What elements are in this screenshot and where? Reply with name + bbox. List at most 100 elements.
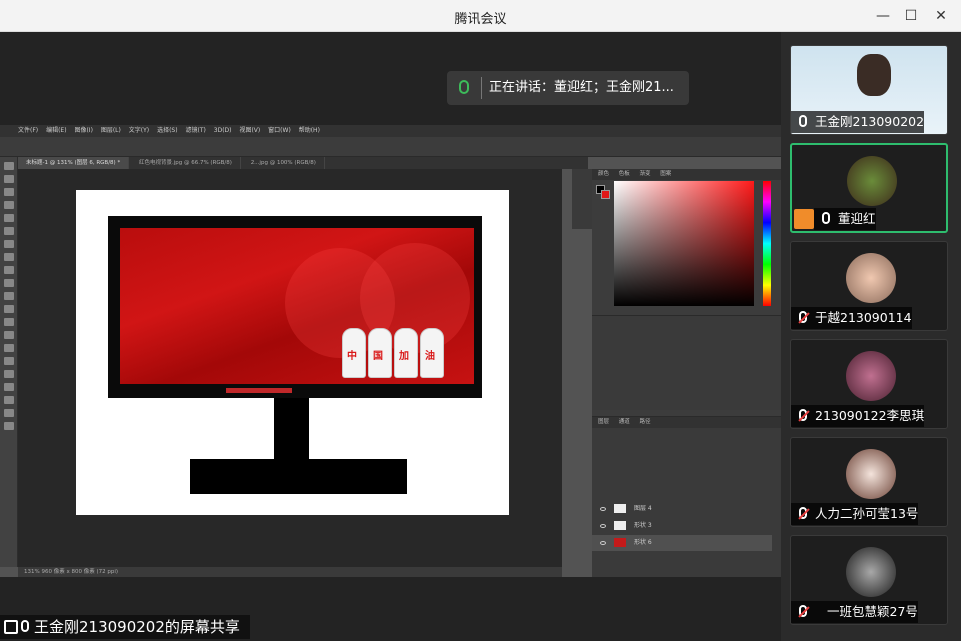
ps-menu-item[interactable]: 图像(I): [74, 127, 92, 134]
layer-thumbnail: [614, 538, 626, 547]
gradient-tool-icon[interactable]: [4, 318, 14, 326]
path-select-icon[interactable]: [4, 383, 14, 391]
close-icon[interactable]: ✕: [930, 6, 952, 26]
layer-row[interactable]: 图层 4: [592, 501, 772, 517]
frame-tool-icon[interactable]: [4, 227, 14, 235]
panel-tab[interactable]: 渐变: [640, 171, 651, 177]
type-tool-icon[interactable]: [4, 370, 14, 378]
ps-menu-item[interactable]: 选择(S): [157, 127, 178, 134]
color-picker-field[interactable]: [614, 181, 754, 306]
avatar: [847, 156, 897, 206]
layers-panel-tabs: 图层 通道 路径: [592, 417, 781, 428]
participant-tile[interactable]: 人力二孙可莹13号: [790, 437, 948, 527]
shared-screen-stage: 正在讲话：董迎红；王金刚21... 文件(F) 编辑(E) 图像(I) 图层(L…: [0, 32, 781, 641]
participant-name-bar: 一班包慧颖27号: [791, 601, 918, 623]
mic-muted-icon: [799, 311, 807, 323]
ps-menu-item[interactable]: 文字(Y): [129, 127, 149, 134]
figure-icon: 加: [394, 328, 418, 378]
ps-doc-tab[interactable]: 红色电视背景.jpg @ 66.7% (RGB/8): [131, 157, 241, 169]
avatar: [846, 547, 896, 597]
participant-name-bar: 董迎红: [814, 208, 876, 230]
participant-tile[interactable]: 于越213090114: [790, 241, 948, 331]
ps-menu-item[interactable]: 文件(F): [18, 127, 38, 134]
slogan-char: 国: [373, 351, 383, 362]
ps-menu-item[interactable]: 编辑(E): [46, 127, 66, 134]
ps-doc-tab[interactable]: 未标题-1 @ 131% (图层 6, RGB/8) *: [18, 157, 130, 169]
layer-name: 形状 6: [634, 539, 652, 546]
pen-tool-icon[interactable]: [4, 357, 14, 365]
panel-tab[interactable]: 色板: [619, 171, 630, 177]
ps-menu-item[interactable]: 图层(L): [101, 127, 121, 134]
participant-name-bar: 王金刚213090202: [791, 111, 925, 133]
avatar: [846, 253, 896, 303]
mic-muted-icon: [799, 507, 807, 519]
ps-menu-bar: 文件(F) 编辑(E) 图像(I) 图层(L) 文字(Y) 选择(S) 滤镜(T…: [0, 125, 781, 137]
window-title: 腾讯会议: [454, 12, 507, 27]
photoshop-window: 文件(F) 编辑(E) 图像(I) 图层(L) 文字(Y) 选择(S) 滤镜(T…: [0, 125, 781, 577]
history-brush-icon[interactable]: [4, 292, 14, 300]
ps-menu-item[interactable]: 视图(V): [239, 127, 260, 134]
layer-name: 图层 4: [634, 505, 652, 512]
participant-name: 一班包慧颖27号: [827, 604, 918, 619]
ps-document-tabs: 未标题-1 @ 131% (图层 6, RGB/8) * 红色电视背景.jpg …: [18, 157, 588, 169]
mic-icon: [459, 80, 469, 94]
maximize-icon[interactable]: ☐: [900, 6, 922, 26]
participant-name: 董迎红: [838, 211, 876, 226]
healing-tool-icon[interactable]: [4, 253, 14, 261]
eraser-tool-icon[interactable]: [4, 305, 14, 313]
marquee-tool-icon[interactable]: [4, 175, 14, 183]
layer-row[interactable]: 形状 3: [592, 518, 772, 534]
ps-doc-tab[interactable]: 2...jpg @ 100% (RGB/8): [243, 157, 325, 169]
participant-tile[interactable]: 王金刚213090202: [790, 45, 948, 135]
mic-icon: [21, 620, 29, 632]
title-bar: 腾讯会议 — ☐ ✕: [0, 0, 961, 32]
eye-icon[interactable]: [600, 523, 606, 528]
participant-tile[interactable]: 董迎红: [790, 143, 948, 233]
tv-red-bar: [226, 388, 292, 393]
dodge-tool-icon[interactable]: [4, 344, 14, 352]
minimize-icon[interactable]: —: [872, 6, 894, 26]
eye-icon[interactable]: [600, 540, 606, 545]
figure-icon: 油: [420, 328, 444, 378]
canvas-document[interactable]: 中 国 加 油: [76, 190, 509, 515]
tv-frame: 中 国 加 油: [108, 216, 482, 398]
hand-tool-icon[interactable]: [4, 409, 14, 417]
participant-tile[interactable]: 213090122李思琪: [790, 339, 948, 429]
panel-tab[interactable]: 通道: [619, 419, 630, 425]
shape-tool-icon[interactable]: [4, 396, 14, 404]
move-tool-icon[interactable]: [4, 162, 14, 170]
panel-tab[interactable]: 图层: [598, 419, 609, 425]
crop-tool-icon[interactable]: [4, 214, 14, 222]
libraries-panel: [592, 315, 781, 410]
background-color-swatch[interactable]: [601, 190, 610, 199]
ps-menu-item[interactable]: 窗口(W): [268, 127, 291, 134]
layers-panel: 图层 通道 路径 图层 4 形状 3 形状 6: [592, 416, 781, 577]
ps-menu-item[interactable]: 帮助(H): [299, 127, 320, 134]
blur-tool-icon[interactable]: [4, 331, 14, 339]
participant-tile[interactable]: 一班包慧颖27号: [790, 535, 948, 625]
avatar: [857, 54, 891, 96]
layer-row[interactable]: 形状 6: [592, 535, 772, 551]
hue-slider[interactable]: [763, 181, 771, 306]
avatar: [846, 449, 896, 499]
zoom-tool-icon[interactable]: [4, 422, 14, 430]
ps-toolbar: [0, 157, 18, 567]
ps-side-icons[interactable]: [572, 169, 592, 229]
ps-status-bar: 131% 960 像素 x 800 像素 (72 ppi): [18, 567, 562, 577]
panel-tab[interactable]: 路径: [640, 419, 651, 425]
quick-select-tool-icon[interactable]: [4, 201, 14, 209]
panel-tab[interactable]: 图案: [660, 171, 671, 177]
lasso-tool-icon[interactable]: [4, 188, 14, 196]
speaking-indicator: 正在讲话：董迎红；王金刚21...: [447, 71, 689, 105]
ps-menu-item[interactable]: 3D(D): [214, 127, 232, 134]
brush-tool-icon[interactable]: [4, 266, 14, 274]
layer-thumbnail: [614, 504, 626, 513]
participant-name: 人力二孙可莹13号: [815, 506, 919, 521]
participant-name: 于越213090114: [815, 310, 912, 325]
eyedropper-tool-icon[interactable]: [4, 240, 14, 248]
panel-tab[interactable]: 颜色: [598, 171, 609, 177]
figure-icon: 国: [368, 328, 392, 378]
eye-icon[interactable]: [600, 506, 606, 511]
stamp-tool-icon[interactable]: [4, 279, 14, 287]
ps-menu-item[interactable]: 滤镜(T): [186, 127, 206, 134]
